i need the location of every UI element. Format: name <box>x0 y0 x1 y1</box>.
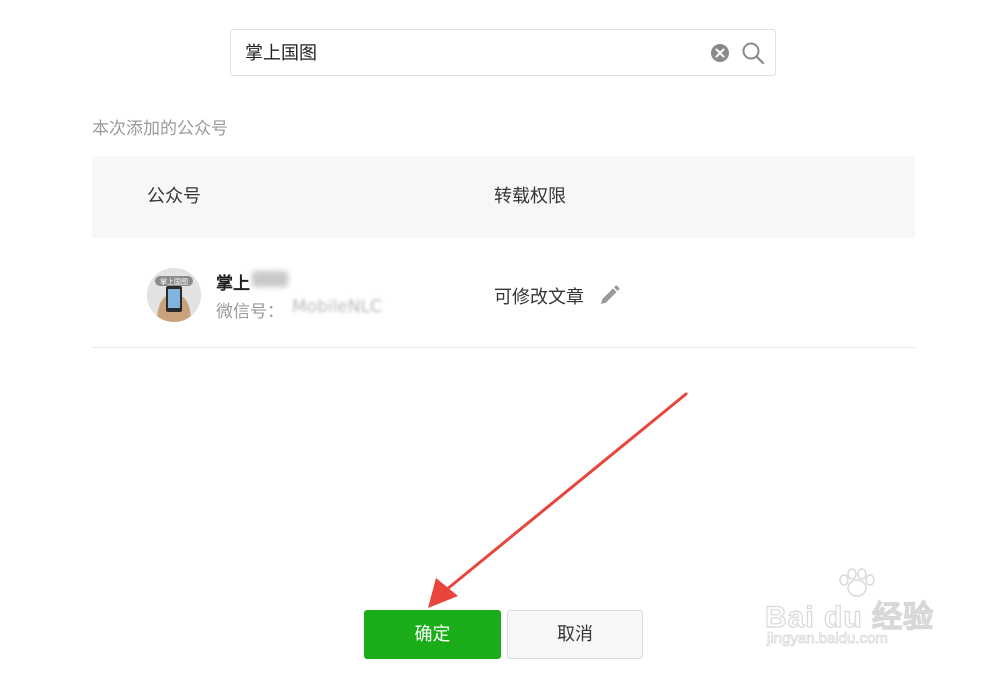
wechat-id-value: MobileNLC <box>292 297 382 317</box>
cancel-button[interactable]: 取消 <box>507 610 643 659</box>
search-icon[interactable] <box>741 41 765 65</box>
column-header-permission: 转载权限 <box>494 186 566 207</box>
clear-icon[interactable] <box>711 44 729 62</box>
account-name: 掌上 <box>216 274 250 294</box>
permission-value: 可修改文章 <box>494 287 584 308</box>
svg-text:掌上国图: 掌上国图 <box>160 277 188 286</box>
table-header: 公众号 转载权限 <box>92 156 915 238</box>
avatar: 掌上国图 <box>147 268 201 322</box>
redacted-name <box>252 271 288 287</box>
section-title: 本次添加的公众号 <box>92 119 228 139</box>
search-input[interactable]: 掌上国图 <box>245 30 317 77</box>
confirm-button[interactable]: 确定 <box>364 610 501 659</box>
watermark-url: jingyan.baidu.com <box>767 630 889 648</box>
table-row: 掌上国图 掌上 微信号： MobileNLC 可修改文章 <box>92 238 915 348</box>
wechat-id-label: 微信号： <box>216 302 284 322</box>
column-header-account: 公众号 <box>147 186 201 207</box>
pencil-icon[interactable] <box>597 284 621 308</box>
baidu-jingyan-watermark: Bai du 经验 jingyan.baidu.com <box>764 568 945 658</box>
search-box[interactable]: 掌上国图 <box>230 29 776 76</box>
